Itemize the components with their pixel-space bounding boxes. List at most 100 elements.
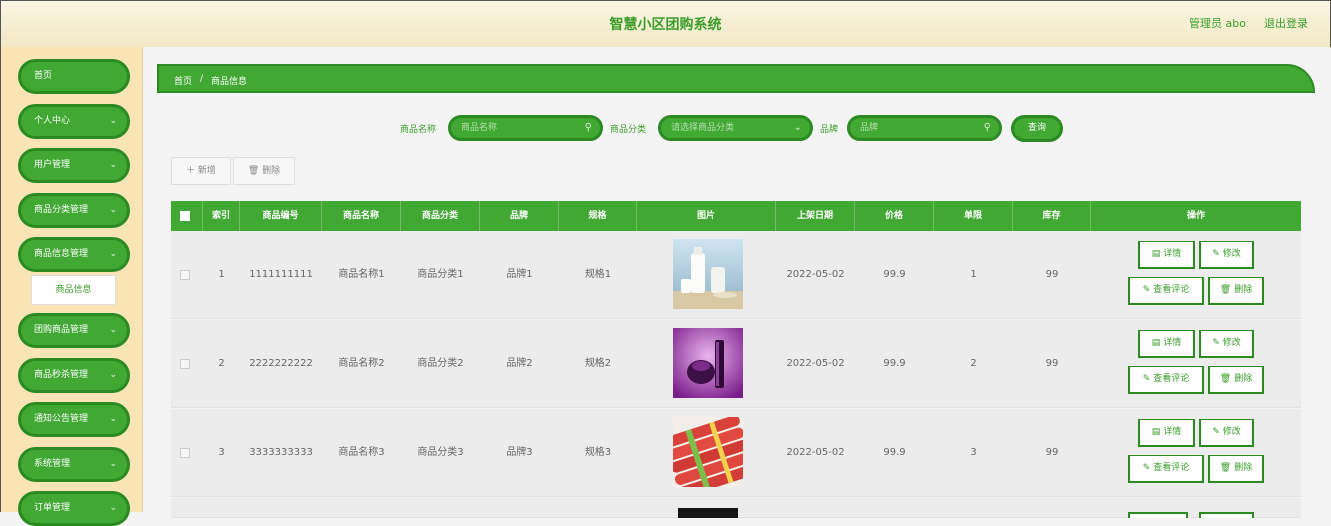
product-name-input[interactable]: 商品名称 ⚲ xyxy=(448,115,603,141)
chevron-down-icon: ⌄ xyxy=(109,503,117,513)
breadcrumb-current: 商品信息 xyxy=(211,77,248,87)
document-icon: ▤ xyxy=(1151,338,1161,348)
cell-index: 2 xyxy=(218,358,225,369)
cell-code: 3333333333 xyxy=(249,447,313,458)
sidebar: 首页 个人中心 ⌄ 用户管理 ⌄ 商品分类管理 ⌄ 商品信息管理 ⌄ 商品信息 … xyxy=(0,47,143,526)
pencil-icon: ✎ xyxy=(1212,338,1220,348)
cell-name: 商品名称3 xyxy=(338,447,385,458)
query-button[interactable]: 查询 xyxy=(1011,115,1063,142)
sidebar-item-categories[interactable]: 商品分类管理 ⌄ xyxy=(18,193,130,228)
table-header: 索引 商品编号 商品名称 商品分类 品牌 规格 图片 上架日期 价格 单限 库存… xyxy=(171,201,1301,231)
chevron-down-icon: ⌄ xyxy=(793,122,802,133)
cell-stock: 99 xyxy=(1045,447,1059,458)
logout-link[interactable]: 退出登录 xyxy=(1264,15,1308,31)
cell-brand: 品牌2 xyxy=(506,358,533,369)
cell-price: 99.9 xyxy=(883,447,906,458)
row-checkbox[interactable] xyxy=(180,448,190,458)
sidebar-item-flash-sale[interactable]: 商品秒杀管理 ⌄ xyxy=(18,358,130,393)
sidebar-item-users[interactable]: 用户管理 ⌄ xyxy=(18,148,130,183)
edit-button[interactable]: ✎ 修改 xyxy=(1199,241,1254,269)
cell-category: 商品分类1 xyxy=(417,269,464,280)
view-comments-button[interactable]: ✎ 查看评论 xyxy=(1128,277,1204,305)
sidebar-item-system[interactable]: 系统管理 ⌄ xyxy=(18,447,130,482)
breadcrumb: 首页 / 商品信息 xyxy=(157,64,1315,93)
product-image-sausage xyxy=(673,417,743,487)
sidebar-item-profile[interactable]: 个人中心 ⌄ xyxy=(18,104,130,139)
col-category: 商品分类 xyxy=(401,201,480,231)
col-date: 上架日期 xyxy=(776,201,855,231)
search-icon: ⚲ xyxy=(584,122,592,133)
sidebar-item-label: 团购商品管理 xyxy=(34,325,89,335)
chevron-down-icon: ⌄ xyxy=(109,249,117,259)
chevron-down-icon: ⌄ xyxy=(109,325,117,335)
view-comments-button[interactable]: ✎ 查看评论 xyxy=(1128,455,1204,483)
delete-label: 删除 xyxy=(1234,374,1253,384)
delete-button[interactable]: 🗑 删除 xyxy=(233,157,295,185)
pencil-icon: ✎ xyxy=(1212,249,1220,259)
brand-label: 品牌 xyxy=(820,125,839,135)
row-delete-button[interactable]: 🗑 删除 xyxy=(1208,455,1264,483)
sidebar-item-home[interactable]: 首页 xyxy=(18,59,130,94)
edit-button[interactable] xyxy=(1199,512,1254,518)
detail-button[interactable]: ▤ 详情 xyxy=(1138,330,1195,358)
sidebar-item-group-buy[interactable]: 团购商品管理 ⌄ xyxy=(18,313,130,348)
chevron-down-icon: ⌄ xyxy=(109,160,117,170)
edit-button[interactable]: ✎ 修改 xyxy=(1199,419,1254,447)
sidebar-subitem-product-info[interactable]: 商品信息 xyxy=(31,275,116,305)
cell-spec: 规格1 xyxy=(584,269,612,280)
product-name-placeholder: 商品名称 xyxy=(461,123,498,133)
cell-category: 商品分类3 xyxy=(417,447,464,458)
pencil-icon: ✎ xyxy=(1142,285,1151,295)
breadcrumb-home[interactable]: 首页 xyxy=(174,74,192,87)
add-button[interactable]: ＋ 新增 xyxy=(171,157,231,185)
row-delete-button[interactable]: 🗑 删除 xyxy=(1208,277,1264,305)
app-title: 智慧小区团购系统 xyxy=(609,17,722,33)
edit-button[interactable]: ✎ 修改 xyxy=(1199,330,1254,358)
col-limit: 单限 xyxy=(934,201,1013,231)
category-select[interactable]: 请选择商品分类 ⌄ xyxy=(658,115,813,141)
edit-label: 修改 xyxy=(1222,249,1241,259)
edit-label: 修改 xyxy=(1222,427,1241,437)
sidebar-item-label: 用户管理 xyxy=(34,160,71,170)
sidebar-item-products[interactable]: 商品信息管理 ⌄ xyxy=(18,237,130,272)
delete-label: 删除 xyxy=(1234,285,1253,295)
brand-input[interactable]: 品牌 ⚲ xyxy=(847,115,1002,141)
cell-date: 2022-05-02 xyxy=(786,447,845,458)
top-header: 智慧小区团购系统 管理员 abo 退出登录 xyxy=(0,0,1331,47)
cell-date: 2022-05-02 xyxy=(786,358,845,369)
detail-button[interactable]: ▤ 详情 xyxy=(1138,241,1195,269)
trash-icon: 🗑 xyxy=(1219,463,1232,473)
select-all-checkbox[interactable] xyxy=(180,211,190,221)
cell-code: 1111111111 xyxy=(249,269,313,280)
cell-limit: 2 xyxy=(970,358,977,369)
category-placeholder: 请选择商品分类 xyxy=(671,123,735,133)
product-image-milk xyxy=(673,239,743,309)
row-checkbox[interactable] xyxy=(180,359,190,369)
detail-button[interactable]: ▤ 详情 xyxy=(1138,419,1195,447)
cell-brand: 品牌3 xyxy=(506,447,533,458)
chevron-down-icon: ⌄ xyxy=(109,205,117,215)
table-row xyxy=(171,498,1301,518)
product-image-partial xyxy=(678,508,738,518)
sidebar-item-label: 个人中心 xyxy=(34,116,71,126)
cell-spec: 规格2 xyxy=(584,358,612,369)
detail-button[interactable] xyxy=(1128,512,1188,518)
document-icon: ▤ xyxy=(1151,427,1161,437)
view-comments-button[interactable]: ✎ 查看评论 xyxy=(1128,366,1204,394)
cell-name: 商品名称2 xyxy=(338,358,385,369)
row-delete-button[interactable]: 🗑 删除 xyxy=(1208,366,1264,394)
edit-label: 修改 xyxy=(1222,338,1241,348)
current-user: 管理员 abo xyxy=(1189,17,1246,30)
sidebar-item-label: 商品信息管理 xyxy=(34,249,89,259)
cell-date: 2022-05-02 xyxy=(786,269,845,280)
sidebar-item-orders[interactable]: 订单管理 ⌄ xyxy=(18,491,130,526)
sidebar-item-notices[interactable]: 通知公告管理 ⌄ xyxy=(18,402,130,437)
col-index: 索引 xyxy=(203,201,240,231)
product-image-cosmetics xyxy=(673,328,743,398)
row-checkbox[interactable] xyxy=(180,270,190,280)
pencil-icon: ✎ xyxy=(1142,463,1151,473)
cell-brand: 品牌1 xyxy=(506,269,533,280)
comments-label: 查看评论 xyxy=(1153,285,1190,295)
cell-index: 3 xyxy=(218,447,225,458)
cell-limit: 1 xyxy=(970,269,977,280)
